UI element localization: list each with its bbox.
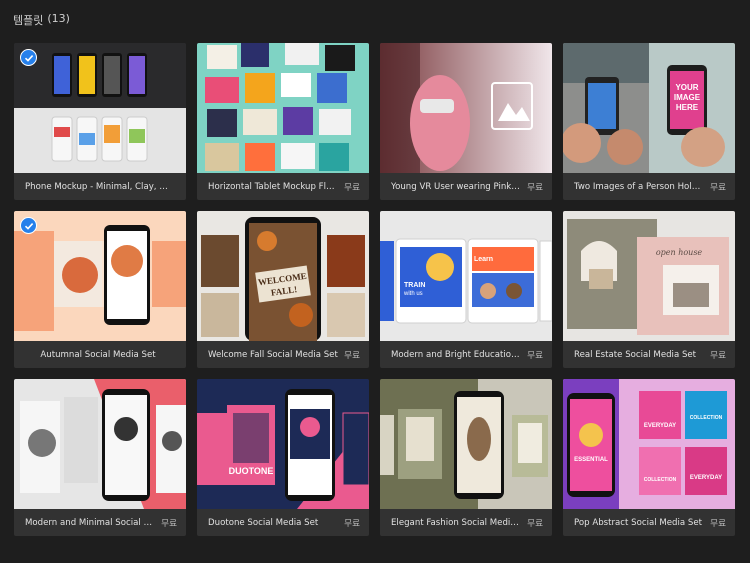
template-card[interactable]: Modern and Minimal Social Medi... 무료 (14, 379, 186, 536)
thumb-text: COLLECTION (690, 415, 723, 421)
template-title: Modern and Bright Educational S... (391, 349, 522, 360)
checkmark-icon[interactable] (20, 217, 37, 234)
template-thumbnail: DUOTONE (197, 379, 369, 509)
template-info-bar: Pop Abstract Social Media Set 무료 (563, 509, 735, 536)
free-badge: 무료 (344, 350, 360, 361)
template-thumbnail: open house (563, 211, 735, 341)
template-card[interactable]: Autumnal Social Media Set (14, 211, 186, 368)
template-info-bar: Young VR User wearing Pink Swe... 무료 (380, 173, 552, 200)
thumb-text: DUOTONE (229, 466, 274, 476)
template-title: Welcome Fall Social Media Set (208, 349, 338, 360)
template-info-bar: Elegant Fashion Social Media Set 무료 (380, 509, 552, 536)
template-thumbnail (197, 43, 369, 173)
template-thumbnail (380, 379, 552, 509)
template-info-bar: Modern and Bright Educational S... 무료 (380, 341, 552, 368)
thumb-text: COLLECTION (644, 477, 677, 483)
thumb-text: EVERYDAY (644, 423, 676, 429)
template-title: Autumnal Social Media Set (40, 349, 156, 360)
checkmark-icon[interactable] (20, 49, 37, 66)
template-card[interactable]: Young VR User wearing Pink Swe... 무료 (380, 43, 552, 200)
free-badge: 무료 (710, 518, 726, 529)
thumb-text: IMAGE (674, 93, 701, 102)
free-badge: 무료 (344, 182, 360, 193)
thumb-text: YOUR (675, 83, 698, 92)
thumb-text: open house (656, 248, 703, 257)
templates-count: (13) (47, 12, 70, 25)
template-info-bar: Modern and Minimal Social Medi... 무료 (14, 509, 186, 536)
template-thumbnail: ESSENTIAL EVERYDAY COLLECTION COLLECTION… (563, 379, 735, 509)
template-card[interactable]: WELCOME FALL! Welcome Fall Social Media … (197, 211, 369, 368)
thumb-text: TRAIN (404, 282, 425, 289)
template-title: Phone Mockup - Minimal, Clay, Black,... (25, 181, 171, 192)
free-badge: 무료 (527, 518, 543, 529)
template-grid: Phone Mockup - Minimal, Clay, Black,... … (14, 43, 735, 536)
template-title: Real Estate Social Media Set (574, 349, 697, 360)
free-badge: 무료 (344, 518, 360, 529)
template-title: Pop Abstract Social Media Set (574, 517, 702, 528)
template-card[interactable]: TRAIN with us Learn Modern and Bright Ed… (380, 211, 552, 368)
free-badge: 무료 (527, 350, 543, 361)
free-badge: 무료 (161, 518, 177, 529)
templates-header: 템플릿 (13) (13, 12, 70, 28)
template-title: Elegant Fashion Social Media Set (391, 517, 522, 528)
thumb-text: HERE (676, 103, 699, 112)
template-thumbnail (14, 379, 186, 509)
template-info-bar: Real Estate Social Media Set 무료 (563, 341, 735, 368)
template-info-bar: Welcome Fall Social Media Set 무료 (197, 341, 369, 368)
template-title: Duotone Social Media Set (208, 517, 319, 528)
template-thumbnail: TRAIN with us Learn (380, 211, 552, 341)
template-title: Young VR User wearing Pink Swe... (391, 181, 521, 192)
templates-label: 템플릿 (13, 14, 44, 27)
template-info-bar: Horizontal Tablet Mockup Flyer Set 무료 (197, 173, 369, 200)
template-card[interactable]: ESSENTIAL EVERYDAY COLLECTION COLLECTION… (563, 379, 735, 536)
template-title: Horizontal Tablet Mockup Flyer Set (208, 181, 339, 192)
free-badge: 무료 (710, 350, 726, 361)
template-card[interactable]: open house Real Estate Social Media Set … (563, 211, 735, 368)
free-badge: 무료 (710, 182, 726, 193)
template-thumbnail: YOUR IMAGE HERE (563, 43, 735, 173)
template-card[interactable]: Phone Mockup - Minimal, Clay, Black,... (14, 43, 186, 200)
template-title: Modern and Minimal Social Medi... (25, 517, 155, 528)
thumb-text: ESSENTIAL (574, 457, 608, 463)
template-info-bar: Phone Mockup - Minimal, Clay, Black,... (14, 173, 186, 200)
template-info-bar: Autumnal Social Media Set (14, 341, 186, 368)
template-info-bar: Two Images of a Person Holding... 무료 (563, 173, 735, 200)
template-thumbnail (380, 43, 552, 173)
template-card[interactable]: Horizontal Tablet Mockup Flyer Set 무료 (197, 43, 369, 200)
template-card[interactable]: YOUR IMAGE HERE Two Images of a Person H… (563, 43, 735, 200)
template-thumbnail (14, 43, 186, 173)
template-title: Two Images of a Person Holding... (574, 181, 704, 192)
thumb-text: with us (403, 291, 423, 297)
template-card[interactable]: Elegant Fashion Social Media Set 무료 (380, 379, 552, 536)
template-thumbnail: WELCOME FALL! (197, 211, 369, 341)
thumb-text: Learn (474, 256, 493, 263)
thumb-text: EVERYDAY (690, 475, 722, 481)
template-thumbnail (14, 211, 186, 341)
template-info-bar: Duotone Social Media Set 무료 (197, 509, 369, 536)
free-badge: 무료 (527, 182, 543, 193)
template-card[interactable]: DUOTONE Duotone Social Media Set 무료 (197, 379, 369, 536)
